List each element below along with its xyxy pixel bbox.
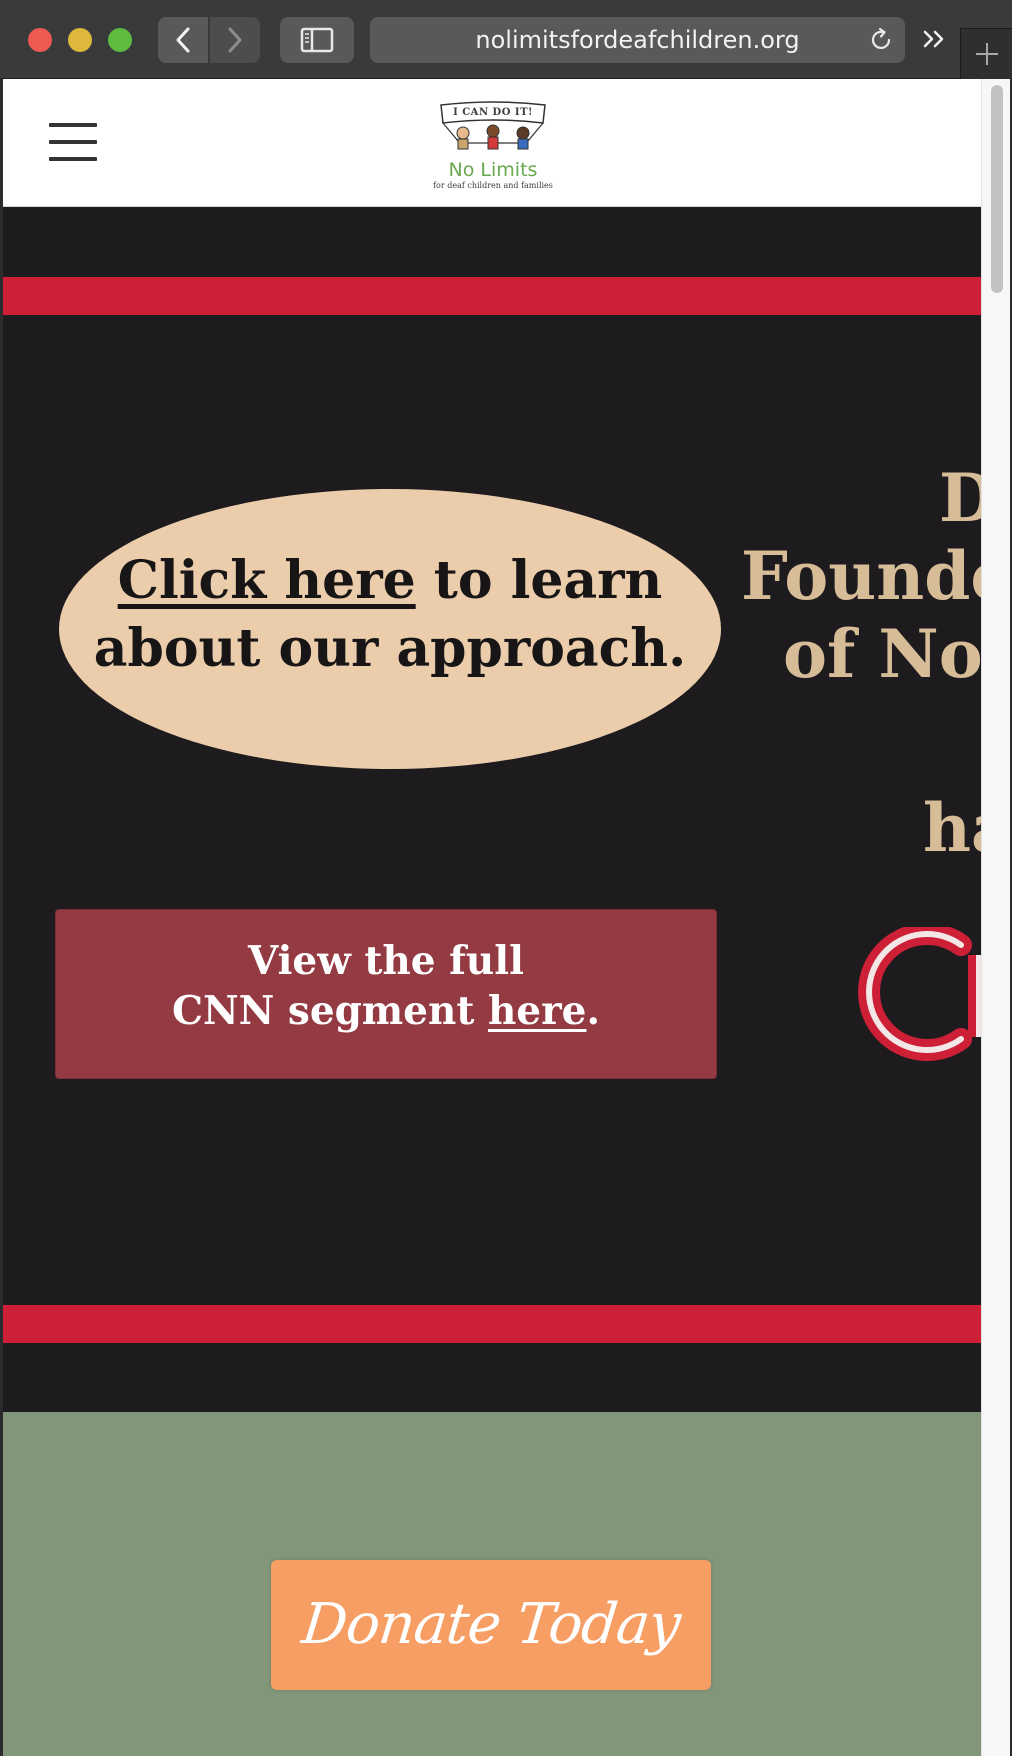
cnn-logo-icon: [858, 927, 981, 1061]
logo-tagline: for deaf children and families: [433, 181, 553, 190]
cnn-segment-link[interactable]: here: [488, 988, 587, 1034]
minimize-window-button[interactable]: [68, 28, 92, 52]
cnn-segment-box: View the full CNN segment here.: [55, 909, 717, 1079]
sidebar-toggle-button[interactable]: [280, 17, 354, 63]
donate-section: Donate Today: [3, 1412, 981, 1756]
page-viewport: I CAN DO IT! No Limits for deaf children…: [3, 79, 981, 1756]
approach-link[interactable]: Click here: [118, 550, 416, 611]
browser-toolbar: nolimitsfordeafchildren.org: [0, 0, 1012, 79]
new-tab-button[interactable]: [960, 28, 1012, 79]
site-logo[interactable]: I CAN DO IT! No Limits for deaf children…: [433, 101, 553, 191]
logo-brand-name: No Limits: [448, 159, 538, 181]
red-divider-top: [3, 277, 981, 315]
donate-button[interactable]: Donate Today: [271, 1560, 711, 1690]
logo-banner-text: I CAN DO IT!: [453, 107, 533, 118]
site-header: I CAN DO IT! No Limits for deaf children…: [3, 79, 981, 207]
zoom-window-button[interactable]: [108, 28, 132, 52]
chevron-right-icon: [228, 27, 242, 53]
approach-text: Click here to learn about our approach.: [93, 550, 687, 679]
more-toolbar-items-icon[interactable]: [920, 24, 950, 54]
forward-button[interactable]: [210, 17, 260, 63]
approach-oval: Click here to learn about our approach.: [59, 489, 721, 769]
back-button[interactable]: [158, 17, 208, 63]
reload-icon[interactable]: [869, 27, 895, 53]
cnn-segment-text: View the full CNN segment here.: [171, 938, 601, 1034]
url-text: nolimitsfordeafchildren.org: [475, 26, 800, 54]
donate-label: Donate Today: [299, 1592, 684, 1657]
red-divider-bottom: [3, 1305, 981, 1343]
scrollbar-thumb[interactable]: [991, 85, 1003, 293]
scrollbar[interactable]: [981, 79, 1010, 1756]
hamburger-menu-icon[interactable]: [49, 123, 101, 161]
address-bar[interactable]: nolimitsfordeafchildren.org: [370, 17, 905, 63]
close-window-button[interactable]: [28, 28, 52, 52]
sidebar-icon: [300, 27, 334, 53]
chevron-left-icon: [176, 27, 190, 53]
plus-icon: [976, 43, 998, 65]
